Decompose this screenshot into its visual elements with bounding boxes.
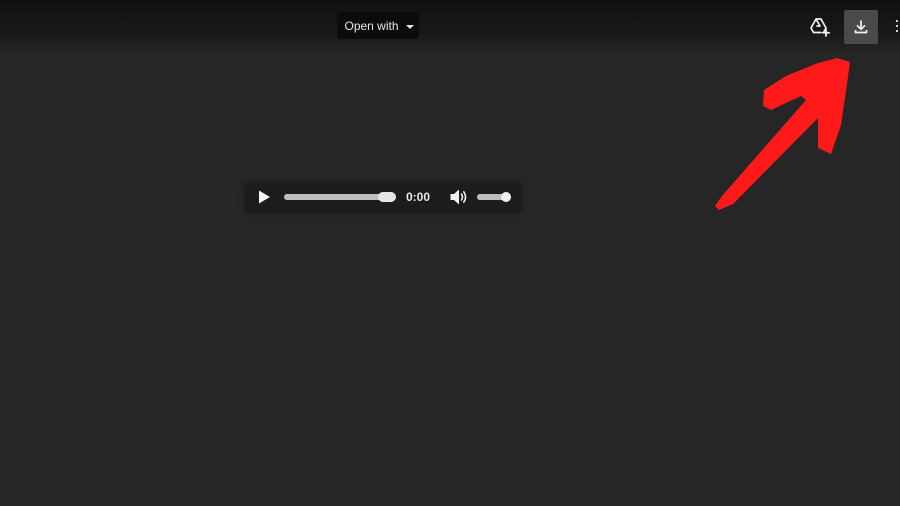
chevron-down-icon [405,24,414,29]
volume-button[interactable] [449,188,469,206]
file-preview-viewport: Open with 0:00 [0,0,900,506]
play-icon [259,190,270,204]
download-icon [854,20,868,34]
playback-progress-slider[interactable] [284,192,396,202]
more-options-icon[interactable] [896,20,900,34]
open-with-label: Open with [344,18,399,33]
add-to-drive-icon [810,18,831,37]
volume-slider[interactable] [477,192,511,202]
playback-time: 0:00 [406,190,431,204]
red-arrow-annotation [715,58,850,210]
playback-progress-handle[interactable] [378,192,396,202]
audio-player: 0:00 [246,183,520,211]
volume-handle[interactable] [501,192,511,202]
volume-icon [450,189,467,205]
play-button[interactable] [256,189,272,205]
open-with-button[interactable]: Open with [337,12,419,39]
preview-top-bar: Open with [0,0,900,54]
add-to-drive-button[interactable] [806,13,834,41]
download-button[interactable] [844,10,878,44]
